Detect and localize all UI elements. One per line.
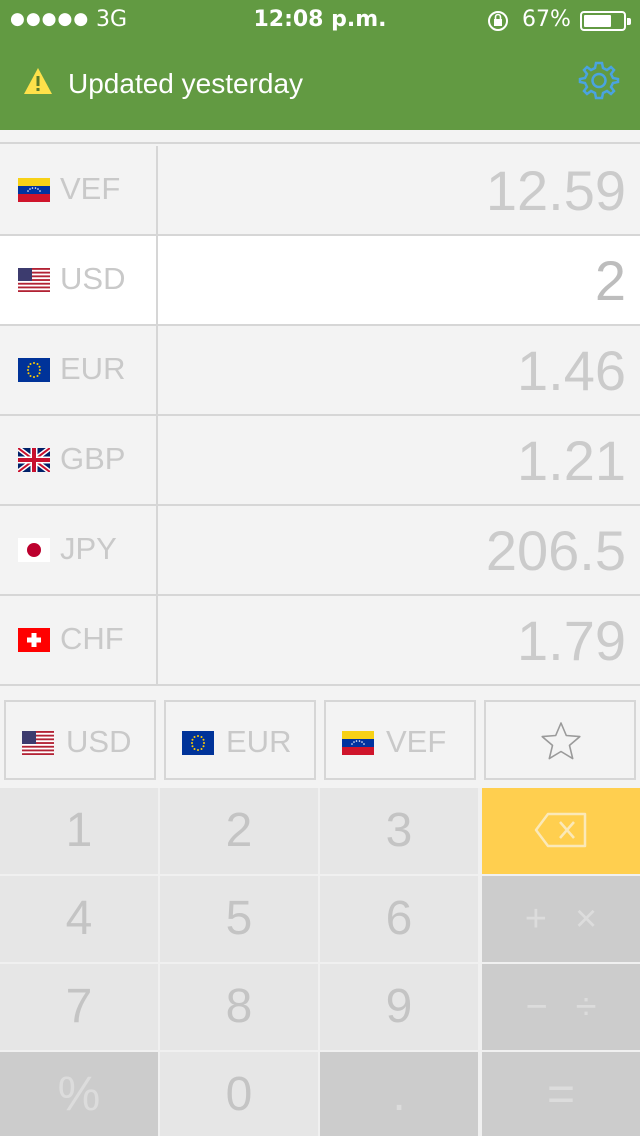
switzerland-flag-icon: [18, 628, 50, 652]
key-2[interactable]: 2: [160, 788, 318, 874]
quick-button-vef[interactable]: VEF: [324, 700, 476, 780]
currency-row-usd[interactable]: USD 2: [0, 236, 640, 326]
currency-value[interactable]: 2: [595, 248, 626, 313]
decimal-key[interactable]: .: [320, 1052, 478, 1136]
currency-code: GBP: [60, 441, 126, 476]
key-3[interactable]: 3: [320, 788, 478, 874]
japan-flag-icon: [18, 538, 50, 562]
quick-button-eur[interactable]: EUR: [164, 700, 316, 780]
key-7[interactable]: 7: [0, 964, 158, 1050]
gear-icon[interactable]: [578, 59, 620, 105]
usa-flag-icon: [18, 268, 50, 292]
currency-code-cell[interactable]: GBP: [0, 416, 158, 504]
key-8[interactable]: 8: [160, 964, 318, 1050]
quick-button-label: USD: [66, 724, 132, 759]
currency-code-cell[interactable]: EUR: [0, 326, 158, 414]
currency-value[interactable]: 1.46: [517, 338, 626, 403]
warning-triangle-icon: [22, 66, 54, 100]
minus-divide-key[interactable]: −÷: [482, 964, 640, 1050]
currency-row-eur[interactable]: EUR 1.46: [0, 326, 640, 416]
currency-code-cell[interactable]: USD: [0, 236, 158, 324]
backspace-icon: [534, 812, 588, 848]
usa-flag-icon: [22, 731, 54, 755]
battery-icon: [580, 11, 631, 31]
header-bar: ●●●●● 3G 12:08 p.m. 67% Updated yesterda…: [0, 0, 640, 130]
battery-percent: 67%: [522, 7, 571, 32]
key-5[interactable]: 5: [160, 876, 318, 962]
currency-code: VEF: [60, 171, 121, 206]
list-top-band: [0, 130, 640, 144]
quick-button-usd[interactable]: USD: [4, 700, 156, 780]
uk-flag-icon: [16, 446, 52, 474]
quick-button-label: VEF: [386, 724, 447, 759]
plus-times-key[interactable]: +×: [482, 876, 640, 962]
status-bar: ●●●●● 3G 12:08 p.m. 67%: [0, 0, 640, 40]
key-6[interactable]: 6: [320, 876, 478, 962]
quick-button-label: EUR: [226, 724, 292, 759]
update-status-text[interactable]: Updated yesterday: [68, 68, 303, 100]
quick-currency-bar: USD EUR VEF: [0, 686, 640, 788]
key-1[interactable]: 1: [0, 788, 158, 874]
equals-key[interactable]: =: [482, 1052, 640, 1136]
venezuela-flag-icon: [342, 731, 374, 755]
keypad: 1 2 3 4 5 6 +× 7 8 9 −÷ % 0 . =: [0, 788, 640, 1136]
favorites-button[interactable]: [484, 700, 636, 780]
currency-code: JPY: [60, 531, 117, 566]
currency-list: VEF 12.59 USD 2 EUR 1.46 GBP 1.21 JPY 20…: [0, 130, 640, 686]
currency-row-chf[interactable]: CHF 1.79: [0, 596, 640, 686]
key-4[interactable]: 4: [0, 876, 158, 962]
currency-value[interactable]: 1.21: [517, 428, 626, 493]
eu-flag-icon: [18, 358, 50, 382]
currency-code: EUR: [60, 351, 126, 386]
percent-key[interactable]: %: [0, 1052, 158, 1136]
currency-code-cell[interactable]: CHF: [0, 596, 158, 684]
star-icon: [539, 720, 583, 766]
eu-flag-icon: [182, 731, 214, 755]
currency-value[interactable]: 1.79: [517, 608, 626, 673]
currency-code: CHF: [60, 621, 124, 656]
currency-code-cell[interactable]: VEF: [0, 146, 158, 234]
key-9[interactable]: 9: [320, 964, 478, 1050]
currency-row-gbp[interactable]: GBP 1.21: [0, 416, 640, 506]
currency-row-vef[interactable]: VEF 12.59: [0, 146, 640, 236]
key-0[interactable]: 0: [160, 1052, 318, 1136]
currency-row-jpy[interactable]: JPY 206.5: [0, 506, 640, 596]
currency-code: USD: [60, 261, 126, 296]
rotation-lock-icon: [486, 9, 510, 39]
backspace-button[interactable]: [482, 788, 640, 874]
currency-code-cell[interactable]: JPY: [0, 506, 158, 594]
venezuela-flag-icon: [18, 178, 50, 202]
currency-value[interactable]: 206.5: [486, 518, 626, 583]
currency-value[interactable]: 12.59: [486, 158, 626, 223]
